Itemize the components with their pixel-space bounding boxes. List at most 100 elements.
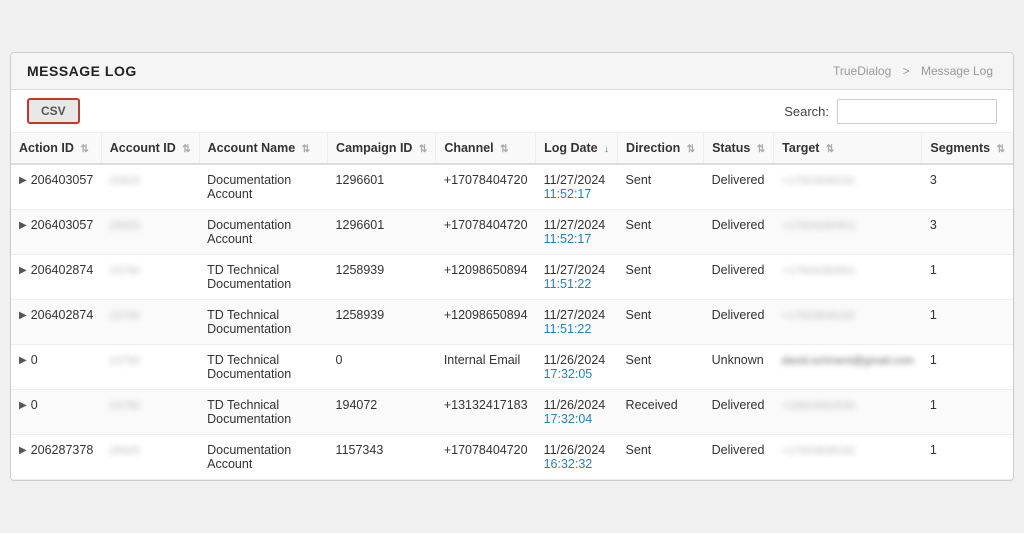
cell-channel: +17078404720 xyxy=(436,435,536,480)
sort-icon-campaign-id: ⇅ xyxy=(419,144,427,155)
main-window: MESSAGE LOG TrueDialog > Message Log CSV… xyxy=(10,52,1014,481)
cell-target: +17603848162 xyxy=(774,435,922,480)
col-campaign-id[interactable]: Campaign ID ⇅ xyxy=(328,133,436,164)
cell-action-id: ▶0 xyxy=(11,345,101,390)
table-row[interactable]: ▶20640305725825Documentation Account1296… xyxy=(11,164,1013,210)
sort-icon-channel: ⇅ xyxy=(500,144,508,155)
cell-log-date: 11/26/202416:32:32 xyxy=(536,435,618,480)
col-direction[interactable]: Direction ⇅ xyxy=(618,133,704,164)
breadcrumb: TrueDialog > Message Log xyxy=(829,64,997,78)
cell-account-id: 25825 xyxy=(101,164,199,210)
table-header: Action ID ⇅ Account ID ⇅ Account Name ⇅ … xyxy=(11,133,1013,164)
cell-status: Delivered xyxy=(704,300,774,345)
table-row[interactable]: ▶023790TD Technical Documentation194072 +… xyxy=(11,390,1013,435)
search-area: Search: xyxy=(784,99,997,124)
col-segments[interactable]: Segments ⇅ xyxy=(922,133,1013,164)
cell-channel: +12098650894 xyxy=(436,300,536,345)
cell-account-id: 23790 xyxy=(101,390,199,435)
cell-segments: 1 xyxy=(922,435,1013,480)
table-row[interactable]: ▶023790TD Technical Documentation0Intern… xyxy=(11,345,1013,390)
sort-icon-target: ⇅ xyxy=(826,144,834,155)
row-expand-icon[interactable]: ▶ xyxy=(19,400,27,411)
cell-account-name: TD Technical Documentation xyxy=(199,390,327,435)
cell-segments: 1 xyxy=(922,255,1013,300)
col-channel[interactable]: Channel ⇅ xyxy=(436,133,536,164)
cell-account-name: Documentation Account xyxy=(199,210,327,255)
cell-target: +17603848162 xyxy=(774,300,922,345)
page-title: MESSAGE LOG xyxy=(27,63,137,79)
cell-status: Unknown xyxy=(704,345,774,390)
cell-action-id: ▶206403057 xyxy=(11,210,101,255)
col-action-id[interactable]: Action ID ⇅ xyxy=(11,133,101,164)
search-input[interactable] xyxy=(837,99,997,124)
cell-target: +17604280951 xyxy=(774,255,922,300)
cell-log-date: 11/27/202411:52:17 xyxy=(536,164,618,210)
col-account-name[interactable]: Account Name ⇅ xyxy=(199,133,327,164)
col-log-date[interactable]: Log Date ↓ xyxy=(536,133,618,164)
cell-segments: 3 xyxy=(922,164,1013,210)
cell-campaign-id: 1258939 xyxy=(328,255,436,300)
col-account-id[interactable]: Account ID ⇅ xyxy=(101,133,199,164)
row-expand-icon[interactable]: ▶ xyxy=(19,220,27,231)
cell-account-name: Documentation Account xyxy=(199,435,327,480)
cell-account-id: 25825 xyxy=(101,210,199,255)
cell-segments: 3 xyxy=(922,210,1013,255)
cell-status: Delivered xyxy=(704,210,774,255)
table-header-row: Action ID ⇅ Account ID ⇅ Account Name ⇅ … xyxy=(11,133,1013,164)
cell-campaign-id: 194072 xyxy=(328,390,436,435)
cell-campaign-id: 1296601 xyxy=(328,210,436,255)
header: MESSAGE LOG TrueDialog > Message Log xyxy=(11,53,1013,90)
table-body: ▶20640305725825Documentation Account1296… xyxy=(11,164,1013,480)
cell-target: +17604280951 xyxy=(774,210,922,255)
search-label: Search: xyxy=(784,104,829,119)
cell-status: Delivered xyxy=(704,435,774,480)
cell-channel: +17078404720 xyxy=(436,164,536,210)
row-expand-icon[interactable]: ▶ xyxy=(19,310,27,321)
row-expand-icon[interactable]: ▶ xyxy=(19,265,27,276)
cell-log-date: 11/26/202417:32:05 xyxy=(536,345,618,390)
cell-status: Delivered xyxy=(704,164,774,210)
cell-campaign-id: 1296601 xyxy=(328,164,436,210)
sort-icon-log-date: ↓ xyxy=(604,144,609,155)
cell-account-name: TD Technical Documentation xyxy=(199,255,327,300)
cell-direction: Sent xyxy=(618,164,704,210)
cell-direction: Received xyxy=(618,390,704,435)
cell-segments: 1 xyxy=(922,300,1013,345)
cell-channel: +17078404720 xyxy=(436,210,536,255)
cell-target: +18603562530 xyxy=(774,390,922,435)
toolbar: CSV Search: xyxy=(11,90,1013,133)
col-status[interactable]: Status ⇅ xyxy=(704,133,774,164)
row-expand-icon[interactable]: ▶ xyxy=(19,355,27,366)
cell-log-date: 11/26/202417:32:04 xyxy=(536,390,618,435)
sort-icon-direction: ⇅ xyxy=(687,144,695,155)
cell-account-id: 23790 xyxy=(101,345,199,390)
cell-action-id: ▶206287378 xyxy=(11,435,101,480)
csv-button[interactable]: CSV xyxy=(27,98,80,124)
cell-log-date: 11/27/202411:51:22 xyxy=(536,300,618,345)
cell-segments: 1 xyxy=(922,390,1013,435)
cell-account-id: 25825 xyxy=(101,435,199,480)
row-expand-icon[interactable]: ▶ xyxy=(19,445,27,456)
sort-icon-segments: ⇅ xyxy=(997,144,1005,155)
cell-action-id: ▶206402874 xyxy=(11,300,101,345)
table-row[interactable]: ▶20640287423790TD Technical Documentatio… xyxy=(11,300,1013,345)
cell-direction: Sent xyxy=(618,300,704,345)
sort-icon-account-id: ⇅ xyxy=(182,144,190,155)
row-expand-icon[interactable]: ▶ xyxy=(19,175,27,186)
cell-action-id: ▶0 xyxy=(11,390,101,435)
table-row[interactable]: ▶20640305725825Documentation Account1296… xyxy=(11,210,1013,255)
cell-account-name: TD Technical Documentation xyxy=(199,300,327,345)
table-row[interactable]: ▶20640287423790TD Technical Documentatio… xyxy=(11,255,1013,300)
sort-icon-status: ⇅ xyxy=(757,144,765,155)
cell-direction: Sent xyxy=(618,210,704,255)
cell-target: david.schment@gmail.com xyxy=(774,345,922,390)
col-target[interactable]: Target ⇅ xyxy=(774,133,922,164)
cell-status: Delivered xyxy=(704,255,774,300)
cell-log-date: 11/27/202411:51:22 xyxy=(536,255,618,300)
table-row[interactable]: ▶20628737825825Documentation Account1157… xyxy=(11,435,1013,480)
sort-icon-account-name: ⇅ xyxy=(302,144,310,155)
cell-account-name: TD Technical Documentation xyxy=(199,345,327,390)
cell-campaign-id: 0 xyxy=(328,345,436,390)
breadcrumb-current: Message Log xyxy=(921,64,993,78)
cell-campaign-id: 1157343 xyxy=(328,435,436,480)
